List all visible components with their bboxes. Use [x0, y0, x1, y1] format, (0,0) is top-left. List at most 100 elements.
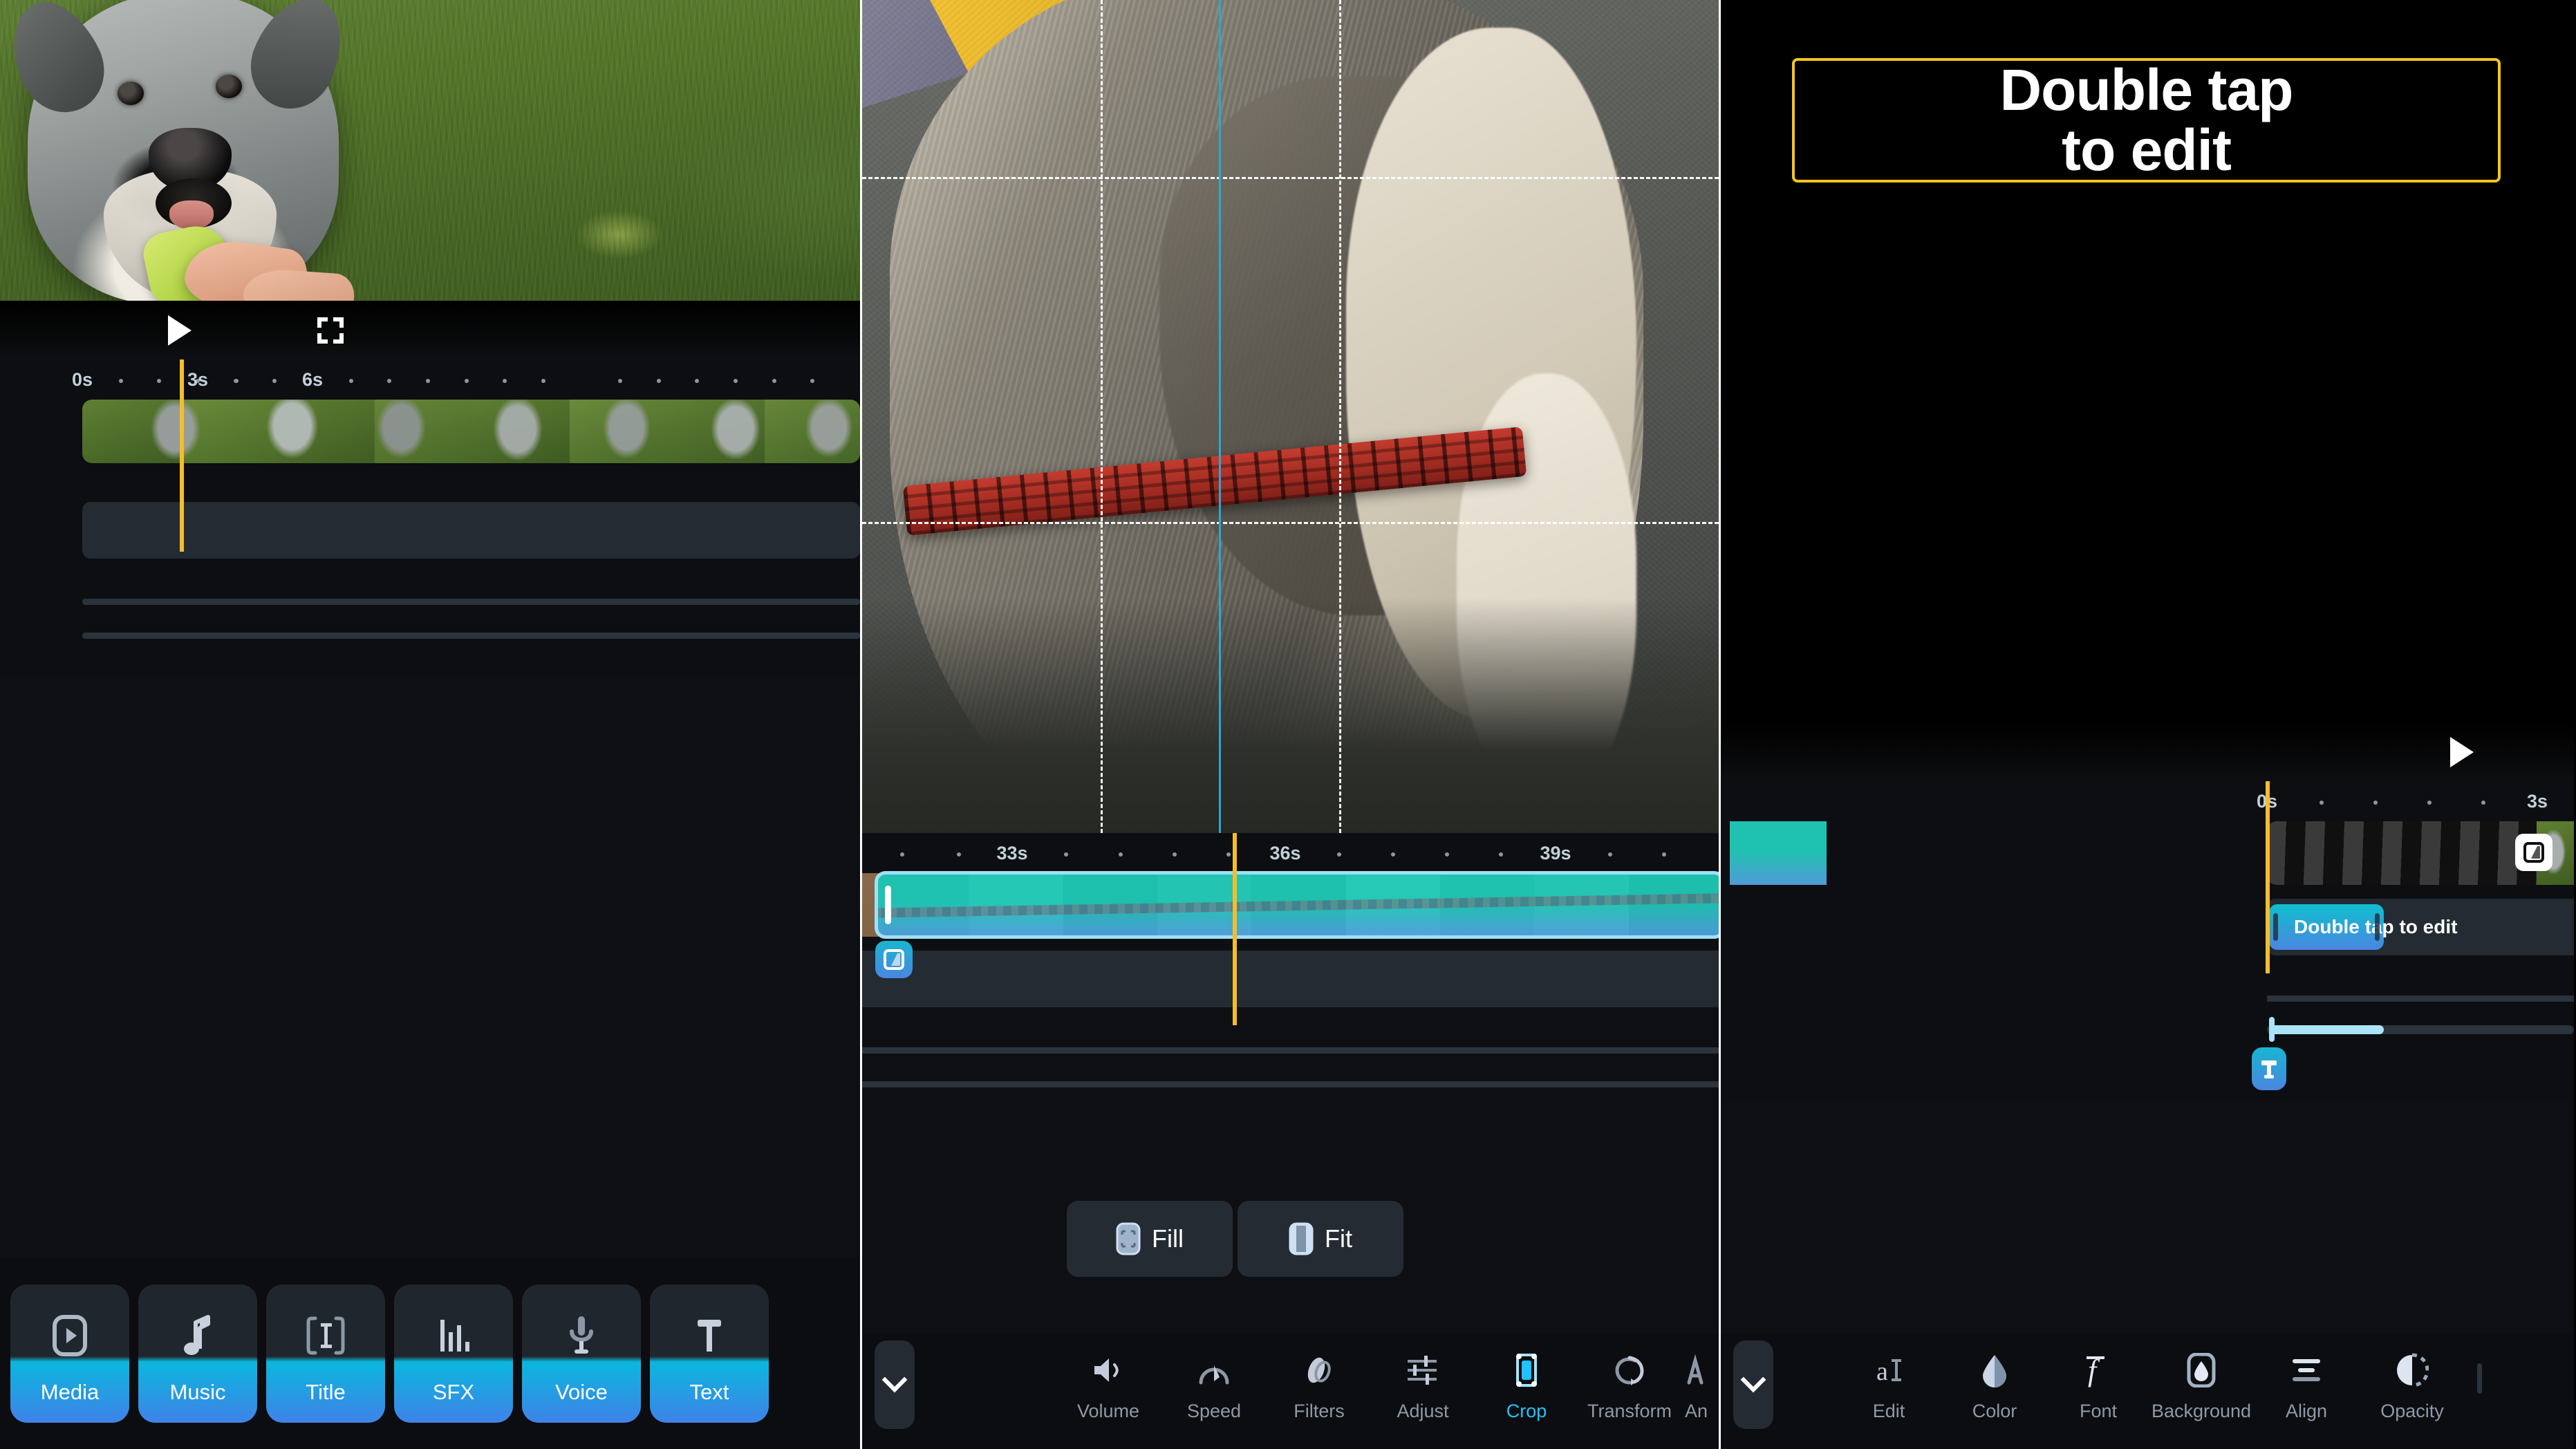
fullscreen-button[interactable] [317, 317, 344, 344]
title-icon [266, 1308, 385, 1363]
animation-icon [1685, 1344, 1719, 1396]
fit-label: Fit [1325, 1224, 1352, 1253]
mid-thin-track-1[interactable] [862, 1047, 1719, 1054]
duration-scrubber-fill[interactable] [2269, 1025, 2384, 1034]
right-transition-badge[interactable] [2515, 834, 2552, 871]
color-drop-icon [1943, 1344, 2046, 1396]
tile-sfx[interactable]: SFX [394, 1284, 513, 1423]
tool-speed[interactable]: Speed [1162, 1344, 1266, 1422]
mid-playhead[interactable] [1233, 833, 1237, 1025]
tool-edit[interactable]: a Edit [1837, 1344, 1941, 1422]
tool-label-crop: Crop [1506, 1401, 1547, 1421]
tool-animation[interactable]: An [1685, 1344, 1719, 1422]
collapse-toolbar-button[interactable] [875, 1340, 915, 1429]
opacity-icon [2360, 1344, 2464, 1396]
ruler-tick-0: 0s [71, 369, 93, 390]
tool-filters[interactable]: Filters [1267, 1344, 1371, 1422]
tool-font[interactable]: f Font [2046, 1344, 2150, 1422]
right-track-area[interactable]: Double tap to edit [1721, 781, 2574, 1098]
speed-icon [1162, 1344, 1266, 1396]
align-icon [2255, 1344, 2358, 1396]
mid-thin-track-2[interactable] [862, 1081, 1719, 1087]
tile-text[interactable]: Text [650, 1284, 769, 1423]
music-note-icon [138, 1308, 257, 1363]
play-icon [168, 315, 192, 346]
tile-label-text: Text [689, 1380, 729, 1404]
fit-button[interactable]: Fit [1238, 1201, 1403, 1277]
left-timeline[interactable]: 0s 3s 6s [0, 359, 860, 677]
tool-opacity[interactable]: Opacity [2360, 1344, 2464, 1422]
dog-eye-left [118, 82, 144, 105]
dog-tongue [169, 200, 214, 230]
mid-track-area[interactable] [862, 833, 1719, 1150]
text-t-icon [2261, 1060, 2277, 1078]
video-clip[interactable] [82, 400, 860, 463]
left-timeline-ruler[interactable]: 0s 3s 6s [0, 359, 860, 400]
tool-volume[interactable]: Volume [1056, 1344, 1160, 1422]
tool-label-opacity: Opacity [2380, 1401, 2444, 1421]
text-panel: Double tap to edit 0s 3s [1721, 0, 2574, 1449]
tile-media[interactable]: Media [10, 1284, 129, 1423]
empty-audio-track[interactable] [82, 502, 860, 559]
left-playback-bar [0, 301, 860, 359]
fullscreen-icon [317, 317, 328, 328]
mid-empty-track[interactable] [862, 951, 1719, 1007]
adjust-icon [1371, 1344, 1475, 1396]
duration-scrubber-knob[interactable] [2269, 1017, 2275, 1042]
text-type-badge[interactable] [2252, 1047, 2286, 1090]
tool-label-transform: Transform [1587, 1401, 1672, 1421]
tool-transform[interactable]: Transform [1578, 1344, 1681, 1422]
fill-button[interactable]: Fill [1067, 1201, 1233, 1277]
ruler-tick-1: 3s [187, 369, 209, 390]
thin-track-1[interactable] [82, 599, 860, 605]
tile-music[interactable]: Music [138, 1284, 257, 1423]
mid-floor-shadow [862, 598, 1719, 833]
mid-toolbar: Volume Speed Filters Adjust Crop Transfo… [862, 1334, 1719, 1449]
preview-text-line-2: to edit [2062, 118, 2232, 183]
tile-voice[interactable]: Voice [522, 1284, 641, 1423]
chevron-down-icon [1740, 1367, 1766, 1393]
text-clip-label: Double tap to edit [2294, 916, 2458, 937]
tool-label-align: Align [2285, 1401, 2328, 1421]
tool-crop[interactable]: Crop [1475, 1344, 1578, 1422]
right-timeline[interactable]: 0s 3s [1721, 781, 2574, 1099]
mid-timeline-ruler[interactable]: 33s 36s 39s [862, 833, 1719, 873]
tool-color[interactable]: Color [1943, 1344, 2046, 1422]
right-collapse-toolbar-button[interactable] [1733, 1340, 1773, 1429]
tool-label-adjust: Adjust [1397, 1401, 1449, 1421]
selected-video-clip[interactable] [875, 873, 1719, 937]
right-thin-track[interactable] [2267, 995, 2574, 1002]
text-overlay-box[interactable]: Double tap to edit [1792, 58, 2501, 183]
thin-track-2[interactable] [82, 633, 860, 639]
tile-label-media: Media [40, 1380, 100, 1404]
left-tool-tiles: Media Music Title SFX Voice Text [0, 1258, 860, 1449]
tile-title[interactable]: Title [266, 1284, 385, 1423]
tool-background[interactable]: Background [2149, 1344, 2253, 1422]
playhead[interactable] [180, 359, 184, 552]
right-video-preview[interactable]: Double tap to edit [1721, 0, 2574, 722]
left-track-area[interactable] [0, 359, 860, 676]
transition-badge[interactable] [875, 941, 913, 978]
tool-align[interactable]: Align [2255, 1344, 2358, 1422]
tool-adjust[interactable]: Adjust [1371, 1344, 1475, 1422]
prev-clip-edge[interactable] [1730, 821, 1827, 885]
crop-video-preview[interactable] [862, 0, 1719, 833]
right-playhead[interactable] [2266, 781, 2270, 973]
right-play-button[interactable] [2450, 736, 2474, 767]
ruler-tick-36s: 36s [1269, 843, 1301, 863]
tile-label-voice: Voice [555, 1380, 608, 1404]
trim-handle-left[interactable] [885, 886, 891, 924]
left-video-preview[interactable] [0, 0, 860, 301]
text-clip[interactable]: Double tap to edit [2269, 904, 2457, 950]
transition-icon [2523, 842, 2544, 863]
right-timeline-ruler[interactable]: 0s 3s [1721, 781, 2574, 821]
ruler-tick-3s: 3s [2526, 791, 2548, 812]
fill-icon [1116, 1222, 1141, 1255]
transform-icon [1578, 1344, 1681, 1396]
crop-icon [1475, 1344, 1578, 1396]
play-button[interactable] [168, 315, 192, 346]
tool-label-volume: Volume [1076, 1401, 1140, 1421]
tile-label-music: Music [169, 1380, 226, 1404]
tile-label-sfx: SFX [432, 1380, 475, 1404]
sfx-bars-icon [394, 1308, 513, 1363]
